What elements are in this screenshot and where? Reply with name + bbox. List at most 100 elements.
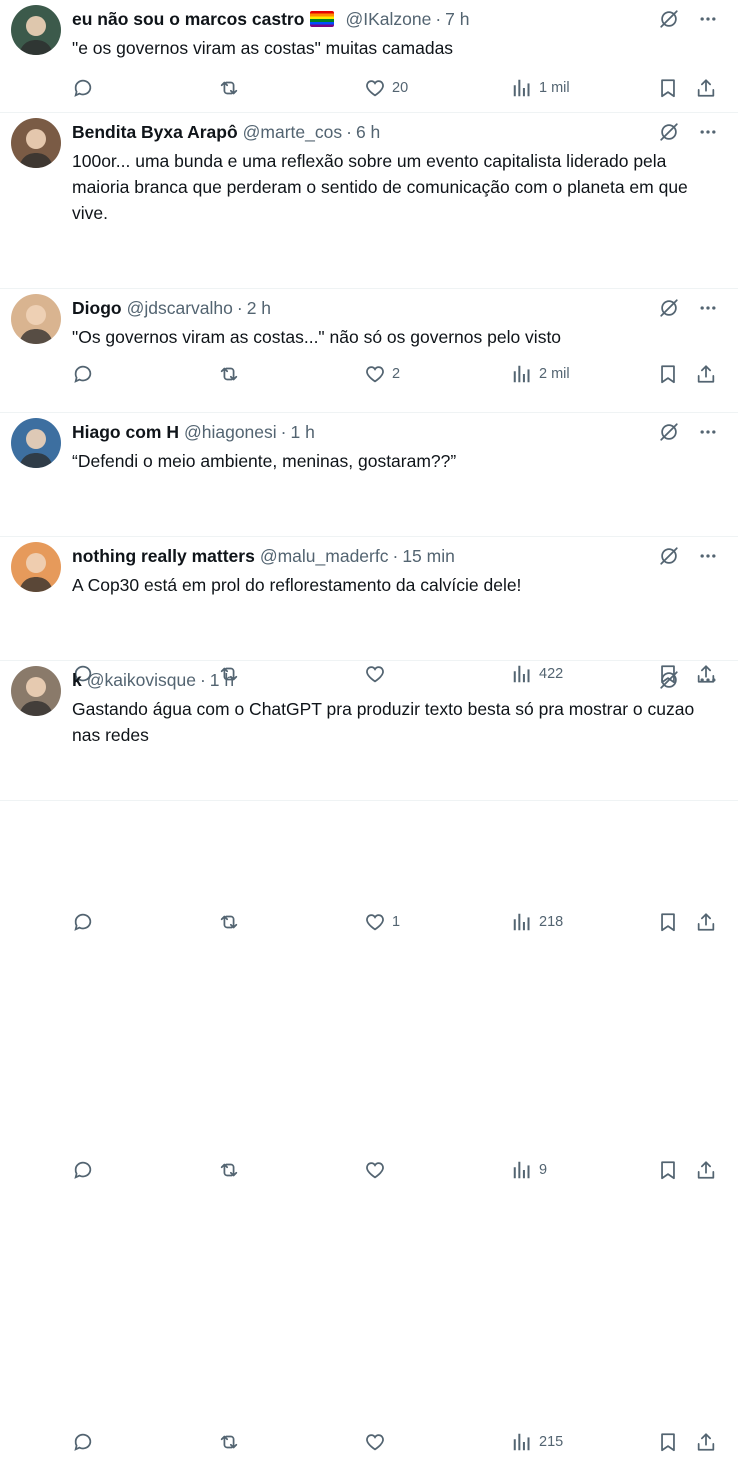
retweet-icon [217,1159,241,1181]
grok-icon[interactable] [658,297,680,319]
retweet-icon [217,911,241,933]
like-button[interactable] [364,1427,392,1457]
author-handle[interactable]: @jdscarvalho [127,298,233,319]
grok-icon[interactable] [658,545,680,567]
avatar[interactable] [11,542,61,592]
grok-icon[interactable] [658,669,680,691]
timeline-feed: eu não sou o marcos castro @IKalzone · 7… [0,0,738,1452]
author-name[interactable]: Bendita Byxa Arapô [72,122,238,143]
tweet[interactable]: eu não sou o marcos castro @IKalzone · 7… [0,0,738,113]
author-handle[interactable]: @malu_maderfc [260,546,389,567]
author-handle[interactable]: @kaikovisque [87,670,196,691]
more-icon[interactable] [698,298,718,318]
timestamp[interactable]: 1 h [210,670,234,691]
views-button[interactable]: 9 [511,1155,547,1185]
views-button[interactable]: 215 [511,1427,563,1457]
author-handle[interactable]: @IKalzone [345,9,431,30]
author-name[interactable]: k [72,670,82,691]
bookmark-button[interactable] [657,73,679,103]
tweet[interactable]: k @kaikovisque · 1 h Gastando água com o… [0,661,738,1452]
bookmark-button[interactable] [657,907,679,937]
views-button[interactable]: 218 [511,907,563,937]
more-icon[interactable] [698,670,718,690]
tweet[interactable]: nothing really matters @malu_maderfc · 1… [0,537,738,1180]
reply-button[interactable] [72,73,94,103]
share-icon [695,1159,717,1181]
heart-icon [364,1431,386,1453]
separator-dot: · [236,297,243,318]
tweet-text: A Cop30 está em prol do reflorestamento … [72,575,522,595]
author-handle[interactable]: @hiagonesi [184,422,277,443]
tweet-text: "e os governos viram as costas" muitas c… [72,38,454,58]
view-count: 1 mil [539,80,570,96]
reply-button[interactable] [72,907,94,937]
tweet[interactable]: Bendita Byxa Arapô @marte_cos · 6 h 100o… [0,113,738,384]
retweet-button[interactable] [217,73,241,103]
like-button[interactable] [364,1155,392,1185]
avatar[interactable] [11,666,61,716]
grok-icon[interactable] [658,121,680,143]
separator-dot: · [280,421,287,442]
tweet-header: nothing really matters @malu_maderfc · 1… [72,537,724,575]
timestamp[interactable]: 6 h [356,122,380,143]
grok-icon[interactable] [658,8,680,30]
timestamp[interactable]: 1 h [290,422,314,443]
views-button[interactable]: 1 mil [511,73,570,103]
retweet-button[interactable] [217,1155,241,1185]
share-icon [695,1431,717,1453]
more-icon[interactable] [698,122,718,142]
share-button[interactable] [695,1427,717,1457]
avatar[interactable] [11,5,61,55]
reply-button[interactable] [72,1155,94,1185]
views-icon [511,77,533,99]
tweet-text: 100or... uma bunda e uma reflexão sobre … [72,151,693,223]
more-icon[interactable] [698,546,718,566]
like-button[interactable]: 20 [364,73,408,103]
tweet-header: Hiago com H @hiagonesi · 1 h [72,413,724,451]
like-button[interactable]: 1 [364,907,400,937]
author-name[interactable]: Diogo [72,298,122,319]
share-button[interactable] [695,1155,717,1185]
tweet[interactable]: Hiago com H @hiagonesi · 1 h “Defendi o … [0,413,738,932]
share-button[interactable] [695,907,717,937]
bookmark-icon [657,77,679,99]
avatar[interactable] [11,294,61,344]
tweet-text: Gastando água com o ChatGPT pra produzir… [72,699,700,745]
retweet-icon [217,1431,241,1453]
view-count: 215 [539,1434,564,1450]
heart-icon [364,77,386,99]
reply-button[interactable] [72,1427,94,1457]
tweet[interactable]: Diogo @jdscarvalho · 2 h "Os governos vi… [0,289,738,684]
retweet-button[interactable] [217,1427,241,1457]
bookmark-icon [657,1159,679,1181]
share-icon [695,77,717,99]
tweet-header: Diogo @jdscarvalho · 2 h [72,289,724,327]
avatar[interactable] [11,418,61,468]
grok-icon[interactable] [658,421,680,443]
separator-dot: · [199,669,206,690]
more-icon[interactable] [698,9,718,29]
reply-icon [72,1431,94,1453]
retweet-icon [217,77,241,99]
retweet-button[interactable] [217,907,241,937]
more-icon[interactable] [698,422,718,442]
rainbow-flag-icon [310,11,335,27]
tweet-actions: 9 [0,1155,738,1185]
bookmark-button[interactable] [657,1427,679,1457]
timestamp[interactable]: 7 h [445,9,469,30]
author-handle[interactable]: @marte_cos [243,122,342,143]
separator-dot: · [392,545,399,566]
view-count: 218 [539,914,564,930]
share-button[interactable] [695,73,717,103]
timestamp[interactable]: 15 min [402,546,455,567]
author-name[interactable]: nothing really matters [72,546,255,567]
reply-icon [72,911,94,933]
avatar[interactable] [11,118,61,168]
views-icon [511,1431,533,1453]
separator-dot: · [435,8,442,29]
author-name[interactable]: Hiago com H [72,422,179,443]
tweet-actions: 1 218 [0,907,738,937]
author-name[interactable]: eu não sou o marcos castro [72,9,304,30]
bookmark-button[interactable] [657,1155,679,1185]
timestamp[interactable]: 2 h [247,298,271,319]
